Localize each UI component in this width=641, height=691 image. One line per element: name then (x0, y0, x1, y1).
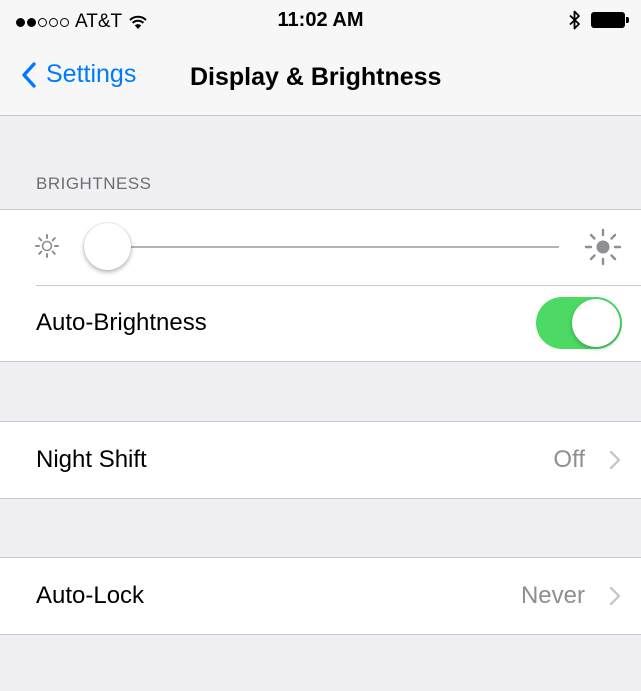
status-bar: AT&T 11:02 AM (0, 0, 641, 42)
sun-large-icon (584, 228, 622, 266)
settings-screen: AT&T 11:02 AM Settings Display & Brightn… (0, 0, 641, 691)
auto-lock-label: Auto-Lock (36, 582, 145, 609)
night-shift-row[interactable]: Night Shift Off (0, 422, 641, 498)
auto-brightness-toggle[interactable] (536, 297, 622, 349)
brightness-group: Auto-Brightness (0, 209, 641, 362)
brightness-slider-row (0, 210, 641, 285)
auto-lock-group: Auto-Lock Never (0, 557, 641, 635)
back-button[interactable]: Settings (22, 60, 136, 89)
battery-icon (591, 12, 629, 28)
back-label: Settings (46, 60, 137, 88)
night-shift-label: Night Shift (36, 446, 147, 473)
auto-lock-value: Never (520, 582, 585, 609)
page-title: Display & Brightness (190, 63, 442, 91)
brightness-slider-thumb[interactable] (84, 223, 131, 270)
auto-brightness-row[interactable]: Auto-Brightness (0, 285, 641, 361)
section-header-brightness: BRIGHTNESS (36, 174, 152, 193)
night-shift-value: Off (553, 446, 585, 473)
chevron-left-icon (22, 61, 36, 88)
chevron-right-icon (609, 586, 621, 606)
auto-brightness-label: Auto-Brightness (36, 309, 207, 336)
toggle-knob (572, 299, 620, 347)
bluetooth-icon (569, 10, 580, 30)
auto-lock-row[interactable]: Auto-Lock Never (0, 558, 641, 634)
brightness-slider-track[interactable] (106, 246, 559, 248)
navigation-bar: Settings Display & Brightness (0, 42, 641, 116)
status-time: 11:02 AM (277, 9, 364, 31)
night-shift-group: Night Shift Off (0, 421, 641, 499)
status-right (569, 10, 629, 30)
chevron-right-icon (609, 450, 621, 470)
sun-small-icon (35, 234, 59, 258)
row-divider (36, 285, 641, 286)
